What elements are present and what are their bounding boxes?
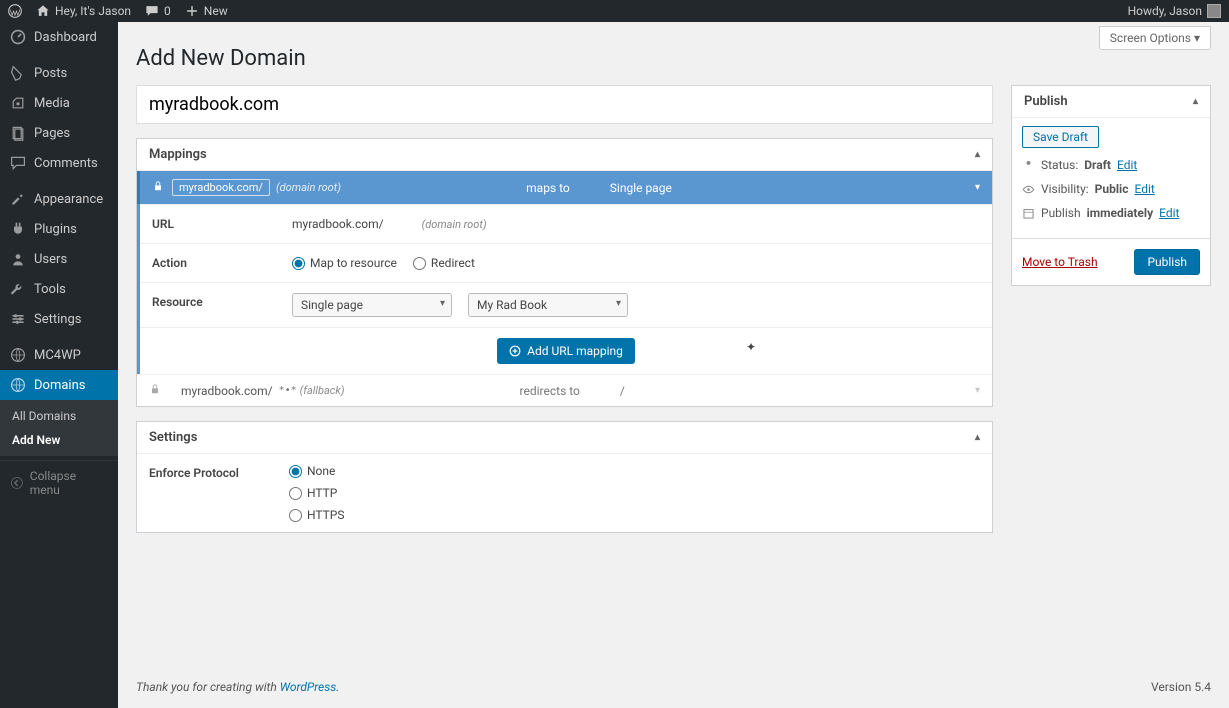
mappings-title: Mappings	[149, 147, 207, 162]
site-link[interactable]: Hey, It's Jason	[36, 4, 131, 18]
eye-icon	[1022, 183, 1035, 196]
publish-button[interactable]: Publish	[1134, 249, 1200, 275]
save-draft-button[interactable]: Save Draft	[1022, 126, 1099, 148]
settings-metabox: Settings ▴ Enforce Protocol None HTTP HTT…	[136, 421, 993, 533]
collapse-menu[interactable]: Collapse menu	[0, 460, 118, 505]
action-label: Action	[140, 244, 280, 282]
screen-options-toggle[interactable]: Screen Options ▾	[1099, 26, 1211, 50]
publish-metabox: Publish ▴ Save Draft Status: Draft Edit V…	[1011, 85, 1211, 286]
protocol-https-option[interactable]: HTTPS	[289, 508, 345, 522]
footer-version: Version 5.4	[1151, 680, 1211, 694]
sidebar-item-pages[interactable]: Pages	[0, 118, 118, 148]
sidebar-sub-add-new[interactable]: Add New	[0, 428, 118, 452]
page-title: Add New Domain	[136, 46, 1211, 71]
move-to-trash-link[interactable]: Move to Trash	[1022, 255, 1098, 269]
mapping-target: Single page	[610, 181, 790, 195]
new-label: New	[204, 4, 228, 18]
action-redirect-option[interactable]: Redirect	[413, 256, 475, 270]
action-map-option[interactable]: Map to resource	[292, 256, 397, 270]
comments-count: 0	[164, 4, 171, 18]
url-label: URL	[140, 205, 280, 243]
status-line: Status: Draft Edit	[1022, 158, 1200, 172]
resource-type-select[interactable]: Single page	[292, 293, 452, 317]
site-name: Hey, It's Jason	[55, 4, 131, 18]
mapping-detail: URL myradbook.com/ (domain root) Action …	[137, 204, 992, 374]
protocol-none-option[interactable]: None	[289, 464, 345, 478]
mappings-toggle[interactable]: ▴	[975, 149, 980, 160]
wildcard: *•*	[279, 385, 297, 396]
avatar	[1207, 4, 1221, 18]
resource-target-select[interactable]: My Rad Book	[468, 293, 628, 317]
new-link[interactable]: New	[185, 4, 228, 18]
lock-icon	[149, 383, 169, 398]
mappings-metabox: Mappings ▴ myradbook.com/ (domain root) m…	[136, 138, 993, 407]
admin-sidebar: Dashboard Posts Media Pages Comments App…	[0, 22, 118, 708]
schedule-edit-link[interactable]: Edit	[1159, 206, 1179, 220]
add-url-mapping-button[interactable]: Add URL mapping	[497, 338, 635, 364]
mapping-verb: maps to	[526, 181, 570, 195]
wordpress-link[interactable]: WordPress	[280, 680, 337, 694]
status-edit-link[interactable]: Edit	[1117, 158, 1137, 172]
sidebar-sub-all-domains[interactable]: All Domains	[0, 404, 118, 428]
publish-toggle[interactable]: ▴	[1193, 96, 1198, 107]
sidebar-item-tools[interactable]: Tools	[0, 274, 118, 304]
visibility-line: Visibility: Public Edit	[1022, 182, 1200, 196]
enforce-label: Enforce Protocol	[137, 454, 277, 532]
mapping-domain-tag: myradbook.com/	[172, 179, 270, 196]
lock-icon	[152, 180, 172, 195]
wp-logo[interactable]	[8, 4, 22, 18]
comments-link[interactable]: 0	[145, 4, 171, 18]
sidebar-item-appearance[interactable]: Appearance	[0, 184, 118, 214]
mapping-note: (domain root)	[276, 181, 341, 194]
sidebar-item-media[interactable]: Media	[0, 88, 118, 118]
settings-toggle[interactable]: ▴	[975, 432, 980, 443]
url-note: (domain root)	[422, 218, 487, 231]
resource-label: Resource	[140, 283, 280, 327]
sidebar-item-comments[interactable]: Comments	[0, 148, 118, 178]
fallback-domain: myradbook.com/	[181, 384, 273, 398]
publish-title: Publish	[1024, 94, 1068, 109]
sidebar-item-posts[interactable]: Posts	[0, 58, 118, 88]
sidebar-item-users[interactable]: Users	[0, 244, 118, 274]
calendar-icon	[1022, 207, 1035, 220]
sidebar-item-settings[interactable]: Settings	[0, 304, 118, 334]
visibility-edit-link[interactable]: Edit	[1134, 182, 1154, 196]
sidebar-item-domains[interactable]: Domains	[0, 370, 118, 400]
settings-title: Settings	[149, 430, 197, 445]
fallback-note: (fallback)	[300, 384, 345, 397]
mapping-collapse-icon[interactable]: ▾	[975, 182, 980, 193]
fallback-target: /	[620, 384, 800, 398]
fallback-verb: redirects to	[520, 384, 580, 398]
domain-input[interactable]	[136, 85, 993, 124]
mapping-row-fallback[interactable]: myradbook.com/ *•* (fallback) redirects …	[137, 374, 992, 406]
fallback-expand-icon[interactable]: ▾	[975, 385, 980, 396]
howdy[interactable]: Howdy, Jason	[1128, 4, 1221, 18]
sidebar-item-plugins[interactable]: Plugins	[0, 214, 118, 244]
protocol-http-option[interactable]: HTTP	[289, 486, 345, 500]
pin-icon	[1022, 159, 1035, 172]
sidebar-item-dashboard[interactable]: Dashboard	[0, 22, 118, 52]
footer-thanks: Thank you for creating with WordPress.	[136, 680, 339, 694]
mapping-row-root[interactable]: myradbook.com/ (domain root) maps to Sin…	[137, 171, 992, 204]
url-value: myradbook.com/	[292, 217, 384, 231]
sidebar-item-mc4wp[interactable]: MC4WP	[0, 340, 118, 370]
schedule-line: Publish immediately Edit	[1022, 206, 1200, 220]
